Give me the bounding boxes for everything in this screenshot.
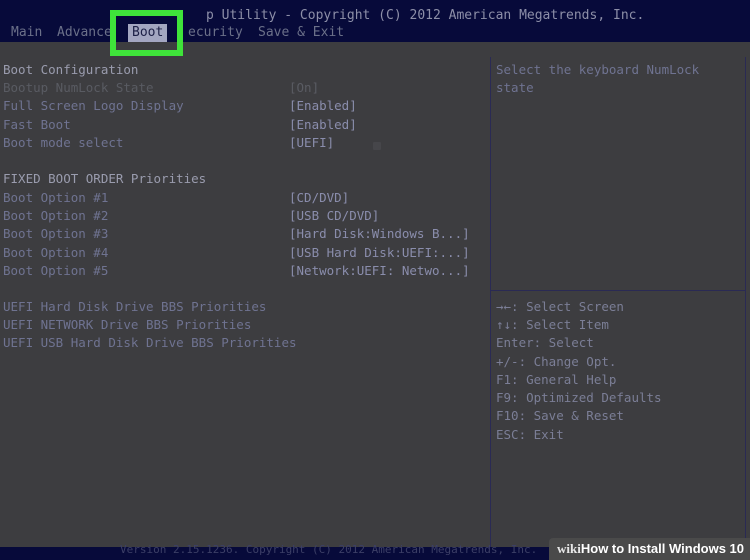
boot-option-label-2[interactable]: Boot Option #2	[3, 207, 108, 225]
section-title-boot-order: FIXED BOOT ORDER Priorities	[3, 171, 207, 186]
setting-label-fast-boot[interactable]: Fast Boot	[3, 116, 71, 134]
bios-title: p Utility - Copyright (C) 2012 American …	[206, 8, 645, 23]
key-hint-general-help: F1: General Help	[496, 372, 617, 387]
tab-advanced[interactable]: Advance	[57, 24, 112, 42]
key-hint-select-screen: →←: Select Screen	[496, 299, 624, 314]
tab-security[interactable]: ecurity	[188, 24, 243, 42]
submenu-uefi-usb-hard-disk[interactable]: UEFI USB Hard Disk Drive BBS Priorities	[3, 334, 297, 352]
boot-option-label-4[interactable]: Boot Option #4	[3, 244, 108, 262]
key-hint-select-item: ↑↓: Select Item	[496, 317, 609, 332]
key-hint-exit: ESC: Exit	[496, 427, 564, 442]
submenu-uefi-hard-disk[interactable]: UEFI Hard Disk Drive BBS Priorities	[3, 298, 266, 316]
wikihow-watermark: wikiHow to Install Windows 10	[549, 538, 750, 560]
setting-label-numlock[interactable]: Bootup NumLock State	[3, 79, 154, 97]
help-text-line-1: Select the keyboard NumLock	[496, 62, 700, 77]
boot-option-value-1[interactable]: [CD/DVD]	[289, 189, 349, 207]
section-title-boot-configuration: Boot Configuration	[3, 62, 139, 77]
setting-value-logo[interactable]: [Enabled]	[289, 97, 357, 115]
tab-boot[interactable]: Boot	[128, 24, 168, 42]
help-divider	[490, 290, 746, 291]
key-hint-optimized-defaults: F9: Optimized Defaults	[496, 390, 662, 405]
setting-label-logo[interactable]: Full Screen Logo Display	[3, 97, 184, 115]
setting-value-fast-boot[interactable]: [Enabled]	[289, 116, 357, 134]
setting-label-boot-mode[interactable]: Boot mode select	[3, 134, 123, 152]
boot-option-value-5[interactable]: [Network:UEFI: Netwo...]	[289, 262, 470, 280]
boot-option-label-1[interactable]: Boot Option #1	[3, 189, 108, 207]
tab-save-exit[interactable]: Save & Exit	[258, 24, 344, 42]
boot-option-label-3[interactable]: Boot Option #3	[3, 225, 108, 243]
help-text-line-2: state	[496, 80, 534, 95]
submenu-uefi-network[interactable]: UEFI NETWORK Drive BBS Priorities	[3, 316, 251, 334]
setting-value-boot-mode[interactable]: [UEFI]	[289, 134, 334, 152]
boot-option-value-4[interactable]: [USB Hard Disk:UEFI:...]	[289, 244, 470, 262]
version-text: Version 2.15.1236. Copyright (C) 2012 Am…	[120, 543, 538, 556]
watermark-text: How to Install Windows 10	[580, 541, 744, 556]
top-bar: p Utility - Copyright (C) 2012 American …	[0, 0, 750, 42]
boot-option-label-5[interactable]: Boot Option #5	[3, 262, 108, 280]
cursor-mark	[373, 142, 381, 150]
boot-option-value-2[interactable]: [USB CD/DVD]	[289, 207, 379, 225]
key-hint-save-reset: F10: Save & Reset	[496, 408, 624, 423]
wikihow-logo: wiki	[557, 541, 581, 556]
key-hint-change-opt: +/-: Change Opt.	[496, 354, 617, 369]
setting-value-numlock[interactable]: [On]	[289, 79, 319, 97]
tab-bar: Main Advance Boot ecurity Save & Exit	[0, 24, 750, 42]
tab-main[interactable]: Main	[11, 24, 42, 42]
key-hint-enter: Enter: Select	[496, 335, 594, 350]
boot-option-value-3[interactable]: [Hard Disk:Windows B...]	[289, 225, 470, 243]
